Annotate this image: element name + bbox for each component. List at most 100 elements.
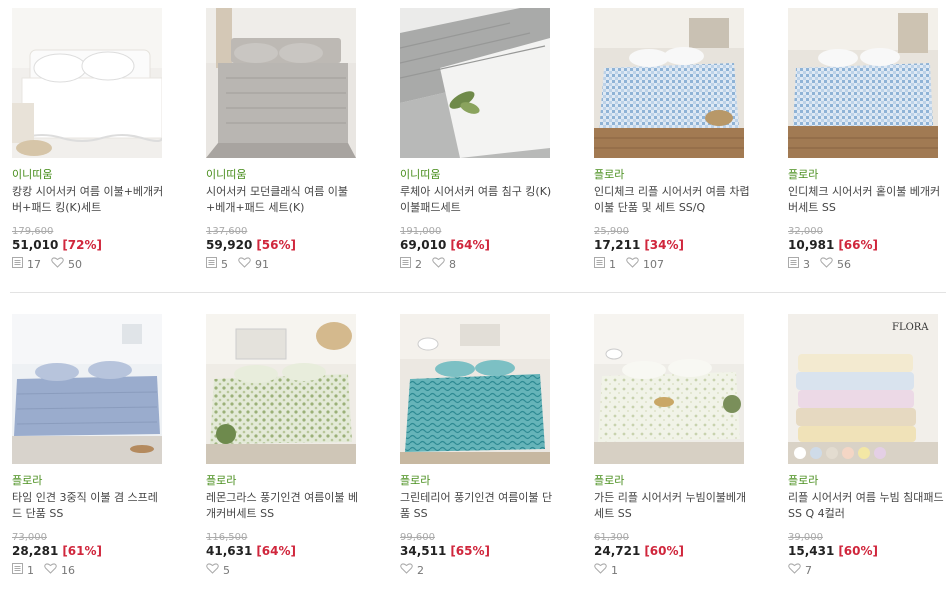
sale-price: 28,281 [12,544,59,558]
product-name[interactable]: 레몬그라스 풍기인견 여름이불 베개커버세트 SS [206,490,362,521]
product-card[interactable]: 플로라 인디체크 시어서커 홑이불 베개커버세트 SS 32,000 10,98… [786,0,946,290]
sale-price: 24,721 [594,544,641,558]
review-count: 1 [27,563,34,577]
review-count: 2 [415,257,422,271]
like-count: 56 [837,257,851,271]
brand-name[interactable]: 플로라 [12,472,42,488]
like-count: 7 [805,563,812,577]
product-card[interactable]: 이니띠움 시어서커 모던클래식 여름 이불+베개+패드 세트(K) 137,60… [204,0,364,290]
price-line: 41,631 [64%] [206,544,296,558]
like-count: 5 [223,563,230,577]
product-image[interactable] [12,8,162,158]
product-card[interactable]: 이니띠움 캉캉 시어서커 여름 이불+베개커버+패드 킹(K)세트 179,60… [10,0,170,290]
heart-icon[interactable] [594,563,607,577]
review-icon [400,257,411,271]
heart-icon[interactable] [238,257,251,271]
heart-icon[interactable] [820,257,833,271]
original-price: 39,000 [788,532,823,543]
product-image[interactable] [400,8,550,158]
image-brand-text: FLORA [892,322,929,333]
discount-rate: [60%] [644,544,685,558]
original-price: 179,600 [12,226,54,237]
product-image[interactable] [594,8,744,158]
product-meta: 5 [206,563,240,577]
brand-name[interactable]: 플로라 [788,472,818,488]
original-price: 99,600 [400,532,435,543]
product-card[interactable]: 플로라 그린테리어 풍기인견 여름이불 단품 SS 99,600 34,511[… [398,306,558,596]
review-count: 17 [27,257,41,271]
brand-name[interactable]: 이니띠움 [12,166,52,182]
product-meta: 7 [788,563,822,577]
original-price: 191,000 [400,226,442,237]
sale-price: 51,010 [12,238,59,252]
product-image[interactable] [206,314,356,464]
product-row-1: 이니띠움 캉캉 시어서커 여름 이불+베개커버+패드 킹(K)세트 179,60… [0,0,950,290]
review-count: 3 [803,257,810,271]
brand-name[interactable]: 이니띠움 [206,166,246,182]
brand-name[interactable]: 플로라 [400,472,430,488]
brand-name[interactable]: 플로라 [206,472,236,488]
heart-icon[interactable] [400,563,413,577]
price-line: 24,721 [60%] [594,544,684,558]
product-image[interactable] [206,8,356,158]
price-line: 34,511 [65%] [400,544,490,558]
heart-icon[interactable] [44,563,57,577]
product-image[interactable] [594,314,744,464]
brand-name[interactable]: 플로라 [594,166,624,182]
sale-price: 10,981 [788,238,835,252]
product-name[interactable]: 그린테리어 풍기인견 여름이불 단품 SS [400,490,556,521]
original-price: 137,600 [206,226,248,237]
like-count: 1 [611,563,618,577]
product-name[interactable]: 인디체크 시어서커 홑이불 베개커버세트 SS [788,184,944,215]
price-line: 17,211 [34%] [594,238,684,252]
original-price: 116,500 [206,532,248,543]
heart-icon[interactable] [206,563,219,577]
product-image[interactable]: FLORA [788,314,938,464]
product-name[interactable]: 리플 시어서커 여름 누빔 침대패드 SS Q 4컬러 [788,490,944,521]
product-name[interactable]: 가든 리플 시어서커 누빔이불베개세트 SS [594,490,750,521]
heart-icon[interactable] [626,257,639,271]
product-card[interactable]: 플로라 인디체크 리플 시어서커 여름 차렵이불 단품 및 세트 SS/Q 25… [592,0,752,290]
product-meta: 3 56 [788,257,861,271]
like-count: 91 [255,257,269,271]
discount-rate: [56%] [256,238,297,252]
discount-rate: [60%] [838,544,879,558]
sale-price: 17,211 [594,238,641,252]
product-card[interactable]: 이니띠움 루체아 시어서커 여름 침구 킹(K)이불패드세트 191,000 6… [398,0,558,290]
heart-icon[interactable] [432,257,445,271]
row-divider [10,292,946,293]
brand-name[interactable]: 이니띠움 [400,166,440,182]
product-card[interactable]: FLORA 플로라 리플 시어서커 여름 누빔 침대패드 SS Q 4컬러 39… [786,306,946,596]
product-meta: 17 50 [12,257,92,271]
product-name[interactable]: 시어서커 모던클래식 여름 이불+베개+패드 세트(K) [206,184,362,215]
brand-name[interactable]: 플로라 [594,472,624,488]
product-meta: 1 16 [12,563,85,577]
sale-price: 15,431 [788,544,835,558]
like-count: 16 [61,563,75,577]
product-card[interactable]: 플로라 가든 리플 시어서커 누빔이불베개세트 SS 61,300 24,721… [592,306,752,596]
discount-rate: [66%] [838,238,879,252]
product-meta: 1 [594,563,628,577]
heart-icon[interactable] [51,257,64,271]
original-price: 73,000 [12,532,47,543]
brand-name[interactable]: 플로라 [788,166,818,182]
price-line: 69,010 [64%] [400,238,490,252]
product-name[interactable]: 인디체크 리플 시어서커 여름 차렵이불 단품 및 세트 SS/Q [594,184,750,215]
review-icon [206,257,217,271]
heart-icon[interactable] [788,563,801,577]
product-name[interactable]: 타임 인견 3중직 이불 겸 스프레드 단품 SS [12,490,168,521]
discount-rate: [64%] [450,238,491,252]
product-card[interactable]: 플로라 타임 인견 3중직 이불 겸 스프레드 단품 SS 73,000 28,… [10,306,170,596]
product-image[interactable] [400,314,550,464]
product-meta: 2 8 [400,257,466,271]
product-name[interactable]: 루체아 시어서커 여름 침구 킹(K)이불패드세트 [400,184,556,215]
original-price: 61,300 [594,532,629,543]
review-icon [12,257,23,271]
discount-rate: [65%] [450,544,491,558]
product-name[interactable]: 캉캉 시어서커 여름 이불+베개커버+패드 킹(K)세트 [12,184,168,215]
review-icon [594,257,605,271]
product-image[interactable] [12,314,162,464]
like-count: 107 [643,257,664,271]
product-card[interactable]: 플로라 레몬그라스 풍기인견 여름이불 베개커버세트 SS 116,500 41… [204,306,364,596]
product-image[interactable] [788,8,938,158]
